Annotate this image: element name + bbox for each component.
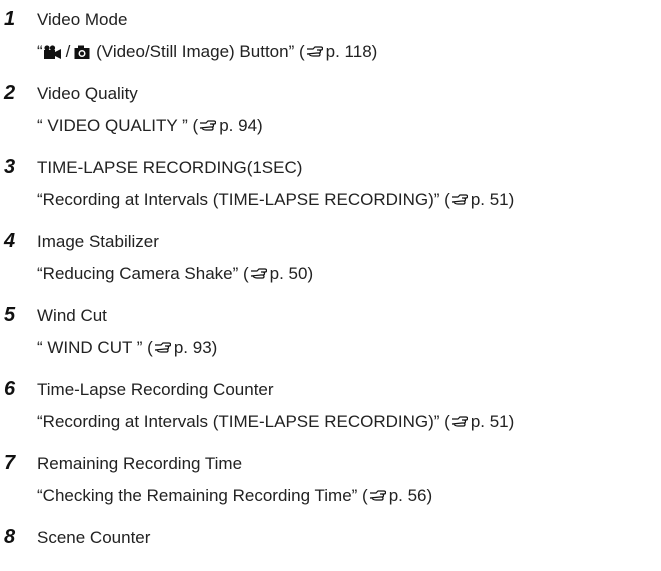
- item-number: 7: [4, 452, 16, 474]
- item-number: 1: [4, 8, 16, 30]
- item-reference: “ WIND CUT ” ( p. 93): [37, 338, 217, 358]
- item-title: Image Stabilizer: [37, 232, 159, 251]
- pointing-hand-icon: [154, 342, 171, 354]
- reference-page[interactable]: p. 118): [326, 42, 378, 61]
- item-reference: “ VIDEO QUALITY ” ( p. 94): [37, 116, 263, 136]
- reference-open-quote: “: [37, 42, 43, 61]
- still-camera-icon: [74, 45, 90, 59]
- pointing-hand-icon: [369, 490, 386, 502]
- item-number: 2: [4, 82, 16, 104]
- item-title: Wind Cut: [37, 306, 107, 325]
- reference-page[interactable]: p. 50): [270, 264, 313, 283]
- item-title: Video Mode: [37, 10, 128, 29]
- item-reference: “ / (Video/Still Image) Button” ( p. 118): [37, 42, 377, 62]
- video-camera-icon: [43, 45, 62, 59]
- item-number: 6: [4, 378, 16, 400]
- item-reference: “Recording at Intervals (TIME-LAPSE RECO…: [37, 190, 514, 210]
- reference-page[interactable]: p. 94): [219, 116, 262, 135]
- pointing-hand-icon: [306, 46, 323, 58]
- reference-page[interactable]: p. 93): [174, 338, 217, 357]
- item-number: 4: [4, 230, 16, 252]
- item-title: Remaining Recording Time: [37, 454, 243, 473]
- item-reference: “Recording at Intervals (TIME-LAPSE RECO…: [37, 412, 514, 432]
- reference-text: “ WIND CUT ” (: [37, 338, 153, 357]
- item-number: 3: [4, 156, 16, 178]
- icon-separator: /: [65, 42, 71, 61]
- reference-page[interactable]: p. 51): [471, 412, 514, 431]
- reference-text: “Checking the Remaining Recording Time” …: [37, 486, 368, 505]
- item-title: Video Quality: [37, 84, 138, 103]
- pointing-hand-icon: [199, 120, 217, 132]
- pointing-hand-icon: [451, 416, 468, 428]
- reference-page[interactable]: p. 56): [389, 486, 432, 505]
- manual-page: 1 Video Mode “ / (Video/Still Image) Butt…: [0, 0, 661, 571]
- reference-page[interactable]: p. 51): [471, 190, 514, 209]
- pointing-hand-icon: [451, 194, 468, 206]
- item-reference: “Reducing Camera Shake” ( p. 50): [37, 264, 313, 284]
- reference-text: “Recording at Intervals (TIME-LAPSE RECO…: [37, 412, 450, 431]
- pointing-hand-icon: [250, 268, 267, 280]
- reference-text: “ VIDEO QUALITY ” (: [37, 116, 199, 135]
- item-title: Scene Counter: [37, 528, 151, 547]
- item-title: Time-Lapse Recording Counter: [37, 380, 274, 399]
- reference-text: “Recording at Intervals (TIME-LAPSE RECO…: [37, 190, 450, 209]
- item-title: TIME-LAPSE RECORDING(1SEC): [37, 158, 303, 177]
- item-number: 8: [4, 526, 16, 548]
- item-reference: “Checking the Remaining Recording Time” …: [37, 486, 432, 506]
- reference-text: “Reducing Camera Shake” (: [37, 264, 249, 283]
- item-number: 5: [4, 304, 16, 326]
- reference-text: (Video/Still Image) Button” (: [91, 42, 305, 61]
